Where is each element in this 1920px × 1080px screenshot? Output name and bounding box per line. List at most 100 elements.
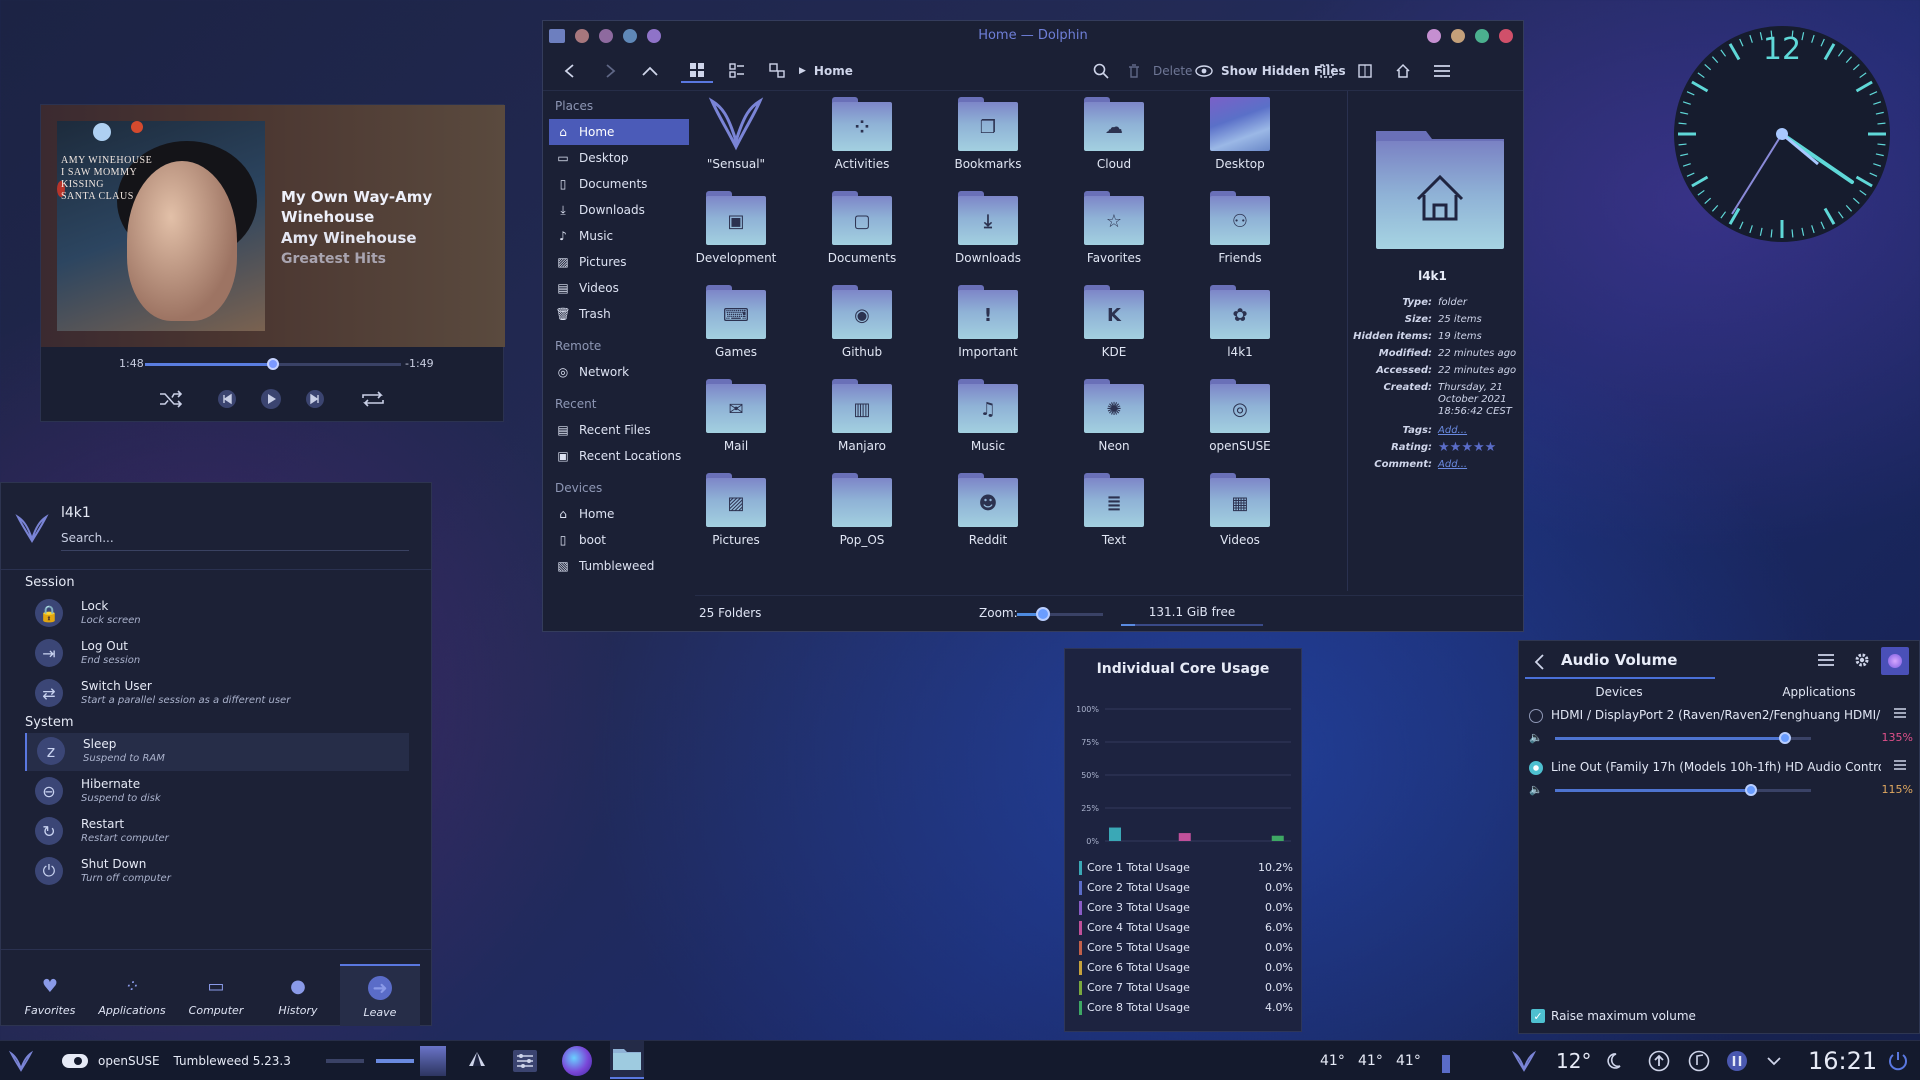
places-item-music[interactable]: ♪ Music: [549, 223, 689, 249]
folder-item[interactable]: K KDE: [1059, 285, 1169, 359]
digital-clock[interactable]: 16:21: [1808, 1041, 1877, 1080]
places-item-videos[interactable]: ▤ Videos: [549, 275, 689, 301]
folder-item[interactable]: Pop_OS: [807, 473, 917, 547]
up-icon[interactable]: [641, 59, 659, 83]
pager-desktop-1[interactable]: [326, 1041, 364, 1080]
pin-icon[interactable]: [1881, 647, 1909, 675]
launcher-tab-favorites[interactable]: ♥ Favorites: [10, 964, 90, 1026]
hamburger-menu-icon[interactable]: [1433, 59, 1451, 83]
folder-item[interactable]: ≣ Text: [1059, 473, 1169, 547]
search-icon[interactable]: [1093, 59, 1109, 83]
firefox-task-icon[interactable]: [562, 1041, 592, 1080]
minimize-icon[interactable]: [1427, 29, 1441, 43]
folder-item[interactable]: ▢ Documents: [807, 191, 917, 265]
launcher-tab-leave[interactable]: ➜ Leave: [340, 964, 420, 1026]
places-item-boot[interactable]: ▯ boot: [549, 527, 689, 553]
places-item-desktop[interactable]: ▭ Desktop: [549, 145, 689, 171]
volume-slider[interactable]: [1555, 737, 1811, 740]
folder-item[interactable]: ✺ Neon: [1059, 379, 1169, 453]
places-item-downloads[interactable]: ⤓ Downloads: [549, 197, 689, 223]
forward-icon[interactable]: [603, 59, 617, 83]
pause-tray-icon[interactable]: [1726, 1041, 1748, 1080]
speaker-icon[interactable]: 🔈: [1529, 783, 1543, 796]
folder-item[interactable]: ✉ Mail: [681, 379, 791, 453]
shuffle-icon[interactable]: [157, 385, 185, 413]
home-icon[interactable]: [1395, 59, 1411, 83]
places-item-trash[interactable]: 🗑 Trash: [549, 301, 689, 327]
folder-item[interactable]: ◎ openSUSE: [1185, 379, 1295, 453]
audio-tab-devices[interactable]: Devices: [1519, 685, 1719, 699]
audio-tab-applications[interactable]: Applications: [1719, 685, 1919, 699]
back-icon[interactable]: [1533, 653, 1545, 671]
device-menu-icon[interactable]: [1893, 707, 1907, 719]
device-radio-icon[interactable]: [1529, 709, 1543, 723]
folder-item[interactable]: ⁘ Activities: [807, 97, 917, 171]
pager-desktop-3[interactable]: [420, 1041, 446, 1080]
folder-item[interactable]: ☆ Favorites: [1059, 191, 1169, 265]
folder-item[interactable]: ▨ Pictures: [681, 473, 791, 547]
select-icon[interactable]: [1319, 59, 1335, 83]
star-icon[interactable]: ★: [1450, 440, 1462, 455]
folder-item[interactable]: ▦ Videos: [1185, 473, 1295, 547]
volume-slider[interactable]: [1555, 789, 1811, 792]
expand-tray-chevron-icon[interactable]: [1766, 1041, 1782, 1080]
folder-item[interactable]: ⌨ Games: [681, 285, 791, 359]
raise-max-volume-checkbox[interactable]: ✓ Raise maximum volume: [1531, 1009, 1696, 1023]
places-item-documents[interactable]: ▯ Documents: [549, 171, 689, 197]
breadcrumb-home[interactable]: Home: [814, 64, 853, 78]
cpu-load-indicator[interactable]: [1442, 1041, 1450, 1080]
launcher-sleep-item[interactable]: z Sleep Suspend to RAM: [25, 733, 409, 771]
maximize-icon[interactable]: [1475, 29, 1489, 43]
folder-item[interactable]: ◉ Github: [807, 285, 917, 359]
device-menu-icon[interactable]: [1893, 759, 1907, 771]
night-mode-icon[interactable]: [1604, 1041, 1622, 1080]
device-radio-icon[interactable]: [1529, 761, 1543, 775]
zoom-handle[interactable]: [1035, 607, 1050, 621]
back-icon[interactable]: [563, 59, 577, 83]
places-item-recent-locations[interactable]: ▣ Recent Locations: [549, 443, 689, 469]
updates-icon[interactable]: [1648, 1041, 1670, 1080]
folder-item[interactable]: ⤓ Downloads: [933, 191, 1043, 265]
play-icon[interactable]: [257, 385, 285, 413]
launcher-lock-item[interactable]: 🔒 Lock Lock screen: [25, 595, 409, 633]
cpu-temperature[interactable]: 41°: [1320, 1041, 1345, 1080]
kde-connect-icon[interactable]: [1512, 1041, 1536, 1080]
cpu-temperature[interactable]: 41°: [1396, 1041, 1421, 1080]
info-value[interactable]: Add...: [1438, 459, 1528, 471]
repeat-icon[interactable]: [355, 385, 391, 413]
app-launcher-icon[interactable]: [6, 1041, 36, 1080]
star-icon[interactable]: ★: [1473, 440, 1485, 455]
folder-item[interactable]: "Sensual": [681, 97, 791, 171]
inkscape-task-icon[interactable]: [466, 1041, 488, 1080]
details-view-icon[interactable]: [769, 59, 785, 83]
free-space-indicator[interactable]: 131.1 GiB free: [1121, 602, 1263, 626]
icons-view-icon[interactable]: [681, 59, 713, 83]
rating-stars[interactable]: ★★★★★: [1438, 440, 1528, 455]
delete-button[interactable]: Delete: [1127, 59, 1192, 83]
star-icon[interactable]: ★: [1438, 440, 1450, 455]
places-item-home[interactable]: ⌂ Home: [549, 501, 689, 527]
cpu-temperature[interactable]: 41°: [1358, 1041, 1383, 1080]
pager-desktop-2[interactable]: [376, 1041, 414, 1080]
folder-item[interactable]: ♫ Music: [933, 379, 1043, 453]
previous-icon[interactable]: [213, 385, 241, 413]
launcher-switch-user-item[interactable]: ⇄ Switch User Start a parallel session as …: [25, 675, 409, 713]
search-input[interactable]: Search...: [61, 527, 409, 551]
places-item-pictures[interactable]: ▨ Pictures: [549, 249, 689, 275]
close-icon[interactable]: [1499, 29, 1513, 43]
places-item-home[interactable]: ⌂ Home: [549, 119, 689, 145]
launcher-tab-history[interactable]: ● History: [258, 964, 338, 1026]
weather-temperature[interactable]: 12°: [1556, 1041, 1591, 1080]
launcher-shut-down-item[interactable]: ⏻ Shut Down Turn off computer: [25, 853, 409, 891]
launcher-tab-applications[interactable]: ⁘ Applications: [92, 964, 172, 1026]
folder-item[interactable]: Desktop: [1185, 97, 1295, 171]
keep-above-icon[interactable]: [1451, 29, 1465, 43]
folder-item[interactable]: ☻ Reddit: [933, 473, 1043, 547]
folder-item[interactable]: ✿ l4k1: [1185, 285, 1295, 359]
split-view-icon[interactable]: [1357, 59, 1373, 83]
places-item-tumbleweed[interactable]: ▧ Tumbleweed: [549, 553, 689, 579]
compact-view-icon[interactable]: [729, 59, 745, 83]
hamburger-menu-icon[interactable]: [1817, 653, 1835, 667]
places-item-network[interactable]: ◎ Network: [549, 359, 689, 385]
volume-handle[interactable]: [1745, 784, 1758, 796]
